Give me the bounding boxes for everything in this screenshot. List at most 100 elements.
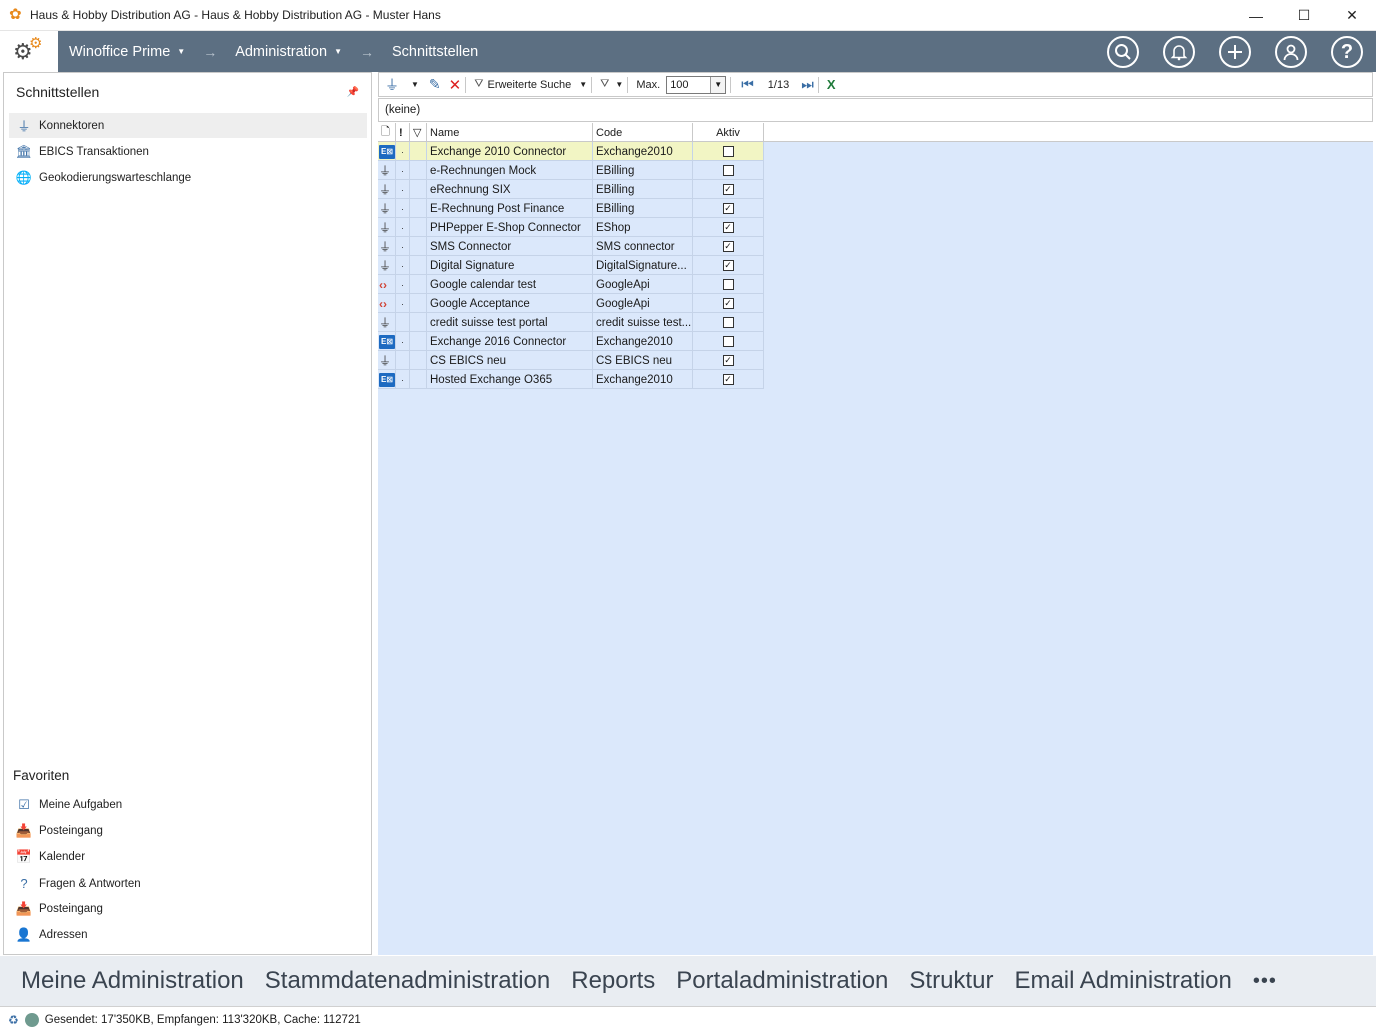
row-name-cell[interactable]: SMS Connector — [427, 237, 593, 256]
active-checkbox[interactable] — [722, 146, 734, 157]
fav-item-posteingang[interactable]: 📥 Posteingang — [9, 818, 367, 843]
bottom-nav-portaladministration[interactable]: Portaladministration — [676, 967, 888, 995]
breadcrumb-administration[interactable]: Administration ▼ — [235, 44, 342, 60]
bottom-nav-meine-administration[interactable]: Meine Administration — [21, 967, 244, 995]
row-code-cell[interactable]: EBilling — [593, 180, 693, 199]
active-checkbox[interactable] — [722, 317, 734, 328]
row-name-cell[interactable]: E-Rechnung Post Finance — [427, 199, 593, 218]
add-button[interactable] — [1219, 36, 1251, 68]
dropdown-arrow-icon[interactable]: ▼ — [710, 76, 726, 93]
row-code-cell[interactable]: GoogleApi — [593, 275, 693, 294]
row-code-cell[interactable]: Exchange2010 — [593, 332, 693, 351]
row-code-cell[interactable]: SMS connector — [593, 237, 693, 256]
pin-icon[interactable]: 📌 — [347, 87, 359, 98]
table-row[interactable]: E⊠ · Hosted Exchange O365 Exchange2010 ✓ — [378, 370, 764, 389]
active-checkbox[interactable]: ✓ — [722, 203, 734, 214]
fav-item-posteingang-2[interactable]: 📥 Posteingang — [9, 896, 367, 921]
excel-export-button[interactable]: X — [827, 74, 836, 96]
row-code-cell[interactable]: EBilling — [593, 199, 693, 218]
row-name-cell[interactable]: Digital Signature — [427, 256, 593, 275]
name-column-header[interactable]: Name — [427, 123, 593, 142]
next-page-button[interactable]: ⏭ — [801, 74, 814, 96]
row-name-cell[interactable]: Exchange 2010 Connector — [427, 142, 593, 161]
app-logo[interactable]: ⚙ ⚙ — [0, 31, 58, 72]
table-row[interactable]: ⏚ · SMS Connector SMS connector ✓ — [378, 237, 764, 256]
active-checkbox[interactable]: ✓ — [722, 298, 734, 309]
delete-button[interactable]: ✕ — [449, 74, 462, 96]
row-code-cell[interactable]: DigitalSignature... — [593, 256, 693, 275]
row-name-cell[interactable]: credit suisse test portal — [427, 313, 593, 332]
table-row[interactable]: ⏚ · eRechnung SIX EBilling ✓ — [378, 180, 764, 199]
max-results-select[interactable]: 100 ▼ — [666, 75, 727, 94]
bottom-nav-email-administration[interactable]: Email Administration — [1014, 967, 1231, 995]
table-row[interactable]: ⏚ · E-Rechnung Post Finance EBilling ✓ — [378, 199, 764, 218]
filter-options-button[interactable]: ⛛ ▼ — [600, 74, 623, 96]
row-code-cell[interactable]: CS EBICS neu — [593, 351, 693, 370]
row-name-cell[interactable]: CS EBICS neu — [427, 351, 593, 370]
flag-column-header[interactable]: ! — [396, 123, 410, 142]
bottom-nav-stammdatenadministration[interactable]: Stammdatenadministration — [265, 967, 550, 995]
fav-item-aufgaben[interactable]: ☑ Meine Aufgaben — [9, 792, 367, 817]
active-checkbox[interactable]: ✓ — [722, 355, 734, 366]
table-row[interactable]: ‹› · Google calendar test GoogleApi — [378, 275, 764, 294]
row-code-cell[interactable]: EShop — [593, 218, 693, 237]
breadcrumb-winoffice[interactable]: Winoffice Prime ▼ — [69, 44, 185, 60]
table-row[interactable]: ‹› · Google Acceptance GoogleApi ✓ — [378, 294, 764, 313]
doc-column-header[interactable]: 🗋 — [378, 123, 396, 142]
fav-item-adressen[interactable]: 👤 Adressen — [9, 922, 367, 947]
active-checkbox[interactable] — [722, 336, 734, 347]
table-row[interactable]: ⏚ · PHPepper E-Shop Connector EShop ✓ — [378, 218, 764, 237]
nav-item-geokodierung[interactable]: 🌐 Geokodierungswarteschlange — [9, 165, 367, 190]
row-name-cell[interactable]: e-Rechnungen Mock — [427, 161, 593, 180]
active-checkbox[interactable]: ✓ — [722, 222, 734, 233]
notifications-button[interactable] — [1163, 36, 1195, 68]
row-code-cell[interactable]: EBilling — [593, 161, 693, 180]
active-filter-display[interactable]: (keine) — [378, 98, 1373, 122]
nav-item-konnektoren[interactable]: ⏚ Konnektoren — [9, 113, 367, 138]
table-row[interactable]: E⊠ · Exchange 2010 Connector Exchange2010 — [378, 142, 764, 161]
active-column-header[interactable]: Aktiv — [693, 123, 764, 142]
active-checkbox[interactable] — [722, 279, 734, 290]
new-dropdown-caret-icon[interactable]: ▼ — [411, 74, 419, 96]
first-page-button[interactable]: ⏮ — [741, 74, 754, 96]
profile-button[interactable] — [1275, 36, 1307, 68]
table-row[interactable]: ⏚ · Digital Signature DigitalSignature... ✓ — [378, 256, 764, 275]
fav-item-kalender[interactable]: 📅 Kalender — [9, 844, 367, 869]
sync-icon[interactable]: ♻ — [8, 1013, 19, 1027]
active-checkbox[interactable] — [722, 165, 734, 176]
fav-item-fragen[interactable]: ? Fragen & Antworten — [9, 871, 367, 896]
nav-item-ebics[interactable]: 🏛 EBICS Transaktionen — [9, 139, 367, 164]
search-button[interactable] — [1107, 36, 1139, 68]
active-checkbox[interactable]: ✓ — [722, 241, 734, 252]
table-row[interactable]: ⏚ credit suisse test portal credit suisse … — [378, 313, 764, 332]
table-row[interactable]: ⏚ · e-Rechnungen Mock EBilling — [378, 161, 764, 180]
row-name-cell[interactable]: Google calendar test — [427, 275, 593, 294]
new-connector-button[interactable]: ⏚ — [385, 74, 399, 96]
row-name-cell[interactable]: PHPepper E-Shop Connector — [427, 218, 593, 237]
active-checkbox[interactable]: ✓ — [722, 374, 734, 385]
minimize-button[interactable]: — — [1233, 0, 1279, 31]
active-checkbox[interactable]: ✓ — [722, 184, 734, 195]
maximize-button[interactable]: ☐ — [1281, 0, 1327, 31]
filter-column-header[interactable]: ▽ — [410, 123, 427, 142]
row-code-cell[interactable]: Exchange2010 — [593, 142, 693, 161]
bottom-nav-struktur[interactable]: Struktur — [909, 967, 993, 995]
row-code-cell[interactable]: credit suisse test... — [593, 313, 693, 332]
row-name-cell[interactable]: Exchange 2016 Connector — [427, 332, 593, 351]
code-column-header[interactable]: Code — [593, 123, 693, 142]
active-checkbox[interactable]: ✓ — [722, 260, 734, 271]
row-code-cell[interactable]: Exchange2010 — [593, 370, 693, 389]
row-name-cell[interactable]: Google Acceptance — [427, 294, 593, 313]
close-button[interactable]: ✕ — [1329, 0, 1375, 31]
bottom-nav-reports[interactable]: Reports — [571, 967, 655, 995]
row-name-cell[interactable]: Hosted Exchange O365 — [427, 370, 593, 389]
table-row[interactable]: ⏚ CS EBICS neu CS EBICS neu ✓ — [378, 351, 764, 370]
bottom-nav-more[interactable]: ••• — [1253, 970, 1277, 993]
row-code-cell[interactable]: GoogleApi — [593, 294, 693, 313]
row-name-cell[interactable]: eRechnung SIX — [427, 180, 593, 199]
breadcrumb-schnittstellen[interactable]: Schnittstellen — [392, 44, 478, 60]
table-row[interactable]: E⊠ · Exchange 2016 Connector Exchange2010 — [378, 332, 764, 351]
advanced-search-button[interactable]: ⛛ Erweiterte Suche ▼ — [474, 74, 587, 96]
help-button[interactable]: ? — [1331, 36, 1363, 68]
edit-button[interactable]: ✎ — [429, 74, 441, 96]
